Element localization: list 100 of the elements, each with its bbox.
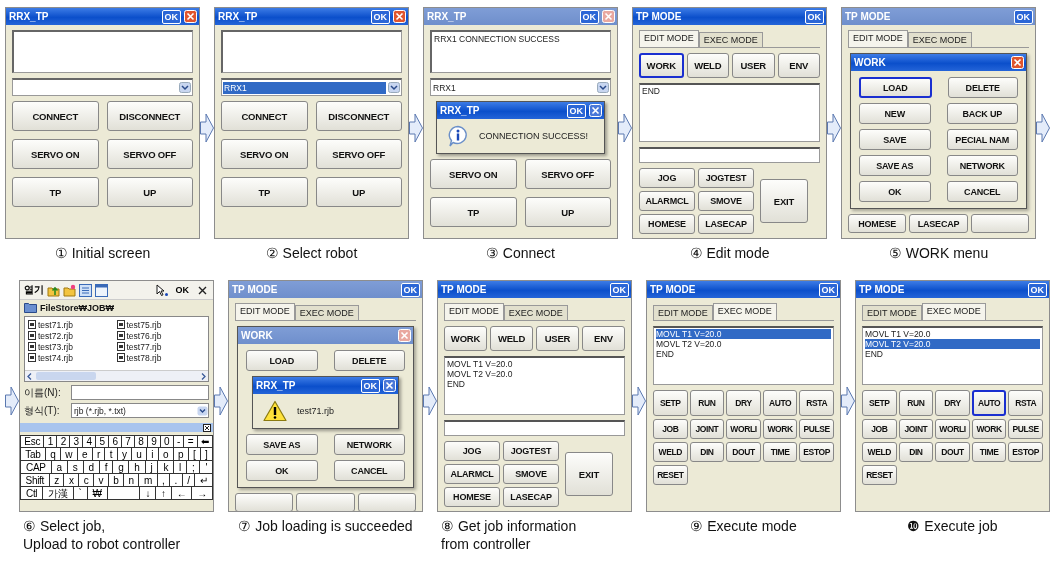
scroll-right-icon[interactable] xyxy=(201,372,206,380)
mode-tab[interactable]: EDIT MODE xyxy=(848,30,908,47)
push-button[interactable]: JOINT xyxy=(898,419,934,439)
file-item[interactable]: test74.rjb xyxy=(28,352,117,363)
mode-tab[interactable]: EDIT MODE xyxy=(862,305,922,320)
push-button[interactable]: PULSE xyxy=(1008,419,1043,439)
push-button[interactable]: DRY xyxy=(726,390,761,416)
new-folder-icon[interactable] xyxy=(63,283,76,297)
push-button[interactable]: UP xyxy=(106,177,193,207)
keyboard-key[interactable]: 가漢 xyxy=(43,487,74,500)
push-button[interactable]: DELETE xyxy=(333,350,405,371)
details-view-icon[interactable] xyxy=(95,283,108,297)
push-button[interactable]: WELD xyxy=(490,326,533,351)
list-view-icon[interactable] xyxy=(79,283,92,297)
push-button[interactable]: HOMESE xyxy=(848,214,907,233)
push-button[interactable]: WORK xyxy=(762,419,798,439)
push-button[interactable]: CANCEL xyxy=(333,460,405,481)
keyboard-key[interactable]: ; xyxy=(187,461,201,474)
push-button[interactable]: NETWORK xyxy=(333,434,405,455)
program-line[interactable]: END xyxy=(865,349,1040,359)
push-button[interactable]: OK xyxy=(859,181,931,202)
push-button[interactable]: SETP xyxy=(862,390,897,416)
mode-tab[interactable]: EDIT MODE xyxy=(639,30,699,47)
space-key[interactable] xyxy=(107,487,141,500)
push-button[interactable]: WORK xyxy=(971,419,1007,439)
push-button[interactable]: HOMESE xyxy=(444,487,500,507)
blank-button[interactable] xyxy=(357,493,416,511)
push-button[interactable]: DISCONNECT xyxy=(315,101,402,131)
push-button[interactable]: JOGTEST xyxy=(698,168,754,188)
push-button[interactable]: DOUT xyxy=(726,442,761,462)
keyboard-key[interactable]: ↵ xyxy=(195,474,213,487)
blank-button[interactable] xyxy=(235,493,294,511)
push-button[interactable]: EXIT xyxy=(565,452,613,496)
keyboard-key[interactable]: c xyxy=(79,474,94,487)
file-item[interactable]: test75.rjb xyxy=(116,319,205,330)
ok-button[interactable]: OK xyxy=(360,378,380,393)
ok-button[interactable]: OK xyxy=(161,9,181,24)
keyboard-key[interactable]: x xyxy=(64,474,80,487)
push-button[interactable]: JOGTEST xyxy=(503,441,559,461)
keyboard-key[interactable]: CAP xyxy=(20,461,52,474)
ok-button[interactable]: OK xyxy=(804,9,824,24)
push-button[interactable]: TIME xyxy=(762,442,798,462)
push-button[interactable]: EXIT xyxy=(760,179,808,223)
push-button[interactable]: LASECAP xyxy=(698,214,754,234)
push-button[interactable]: JOG xyxy=(639,168,695,188)
push-button[interactable]: LASECAP xyxy=(503,487,559,507)
push-button[interactable]: SAVE xyxy=(859,129,931,150)
mode-tab[interactable]: EXEC MODE xyxy=(698,32,763,47)
push-button[interactable]: JOG xyxy=(444,441,500,461)
robot-dropdown[interactable]: RRX1 xyxy=(430,78,611,96)
push-button[interactable]: CANCEL xyxy=(946,181,1018,202)
keyboard-key[interactable]: ← xyxy=(171,487,193,500)
push-button[interactable]: ESTOP xyxy=(799,442,834,462)
keyboard-key[interactable]: 4 xyxy=(83,435,97,448)
push-button[interactable]: ALARMCL xyxy=(639,191,695,211)
keyboard-key[interactable]: ↑ xyxy=(156,487,172,500)
ok-button[interactable]: OK xyxy=(566,103,586,118)
push-button[interactable]: TP xyxy=(430,197,517,227)
ok-button[interactable]: OK xyxy=(818,282,838,297)
push-button[interactable]: SERVO ON xyxy=(430,159,517,189)
file-item[interactable]: test73.rjb xyxy=(28,341,117,352)
mode-tab[interactable]: EXEC MODE xyxy=(907,32,972,47)
push-button[interactable]: JOB xyxy=(653,419,688,439)
blank-button[interactable] xyxy=(296,493,355,511)
push-button[interactable]: SERVO OFF xyxy=(524,159,611,189)
mode-tab[interactable]: EDIT MODE xyxy=(653,305,713,320)
push-button[interactable]: WELD xyxy=(686,53,729,78)
scroll-left-icon[interactable] xyxy=(27,372,32,380)
push-button[interactable]: DELETE xyxy=(947,77,1018,98)
push-button[interactable]: ALARMCL xyxy=(444,464,500,484)
push-button[interactable]: DIN xyxy=(689,442,725,462)
push-button[interactable]: LOAD xyxy=(859,77,932,98)
push-button[interactable]: DRY xyxy=(935,390,970,416)
keyboard-key[interactable]: k xyxy=(158,461,175,474)
keyboard-key[interactable]: 2 xyxy=(57,435,71,448)
keyboard-key[interactable]: → xyxy=(192,487,213,500)
input-field[interactable] xyxy=(444,420,625,436)
push-button[interactable]: BACK UP xyxy=(946,103,1018,124)
type-dropdown[interactable]: rjb (*.rjb, *.txt) xyxy=(71,403,209,418)
keyboard-key[interactable]: 6 xyxy=(109,435,122,448)
push-button[interactable]: SMOVE xyxy=(503,464,559,484)
program-line[interactable]: END xyxy=(642,86,817,96)
push-button[interactable]: TP xyxy=(12,177,99,207)
input-field[interactable] xyxy=(639,147,820,163)
push-button[interactable]: RESET xyxy=(862,465,897,485)
keyboard-key[interactable]: l xyxy=(174,461,187,474)
push-button[interactable]: RUN xyxy=(689,390,725,416)
keyboard-key[interactable]: t xyxy=(105,448,118,461)
log-field[interactable]: RRX1 CONNECTION SUCCESS xyxy=(430,30,611,73)
push-button[interactable]: CONNECT xyxy=(221,101,308,131)
keyboard-key[interactable]: - xyxy=(173,435,185,448)
ok-button[interactable]: OK xyxy=(175,285,189,295)
file-item[interactable]: test71.rjb xyxy=(28,319,117,330)
push-button[interactable]: DIN xyxy=(898,442,934,462)
push-button[interactable]: ENV xyxy=(582,326,625,351)
push-button[interactable]: JOB xyxy=(862,419,897,439)
push-button[interactable]: PULSE xyxy=(799,419,834,439)
push-button[interactable]: ESTOP xyxy=(1008,442,1043,462)
mode-tab[interactable]: EDIT MODE xyxy=(444,303,504,320)
keyboard-key[interactable]: Ctl xyxy=(20,487,44,500)
